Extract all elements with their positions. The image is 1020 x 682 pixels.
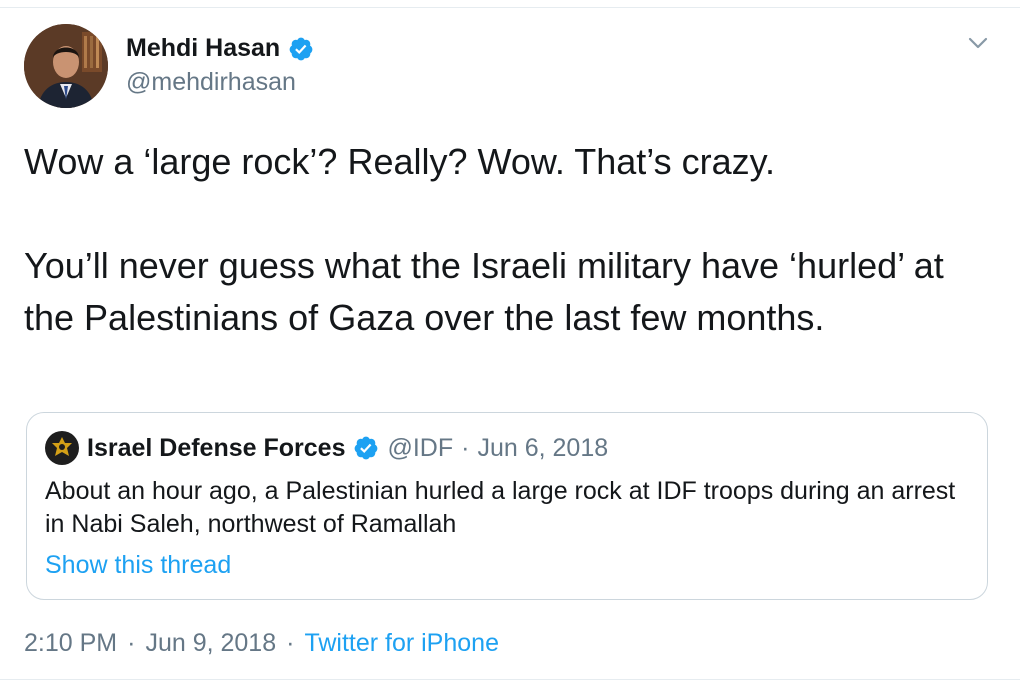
quoted-author-name[interactable]: Israel Defense Forces bbox=[87, 434, 345, 463]
author-handle[interactable]: @mehdirhasan bbox=[126, 68, 296, 97]
verified-badge-icon bbox=[288, 36, 314, 62]
separator-dot: · bbox=[286, 629, 295, 657]
quoted-author-handle[interactable]: @IDF bbox=[387, 434, 453, 463]
tweet-date[interactable]: Jun 9, 2018 bbox=[145, 629, 276, 658]
tweet-paragraph: You’ll never guess what the Israeli mili… bbox=[24, 245, 944, 338]
quoted-tweet-card[interactable]: Israel Defense Forces @IDF · Jun 6, 2018… bbox=[26, 412, 988, 600]
quoted-tweet-date[interactable]: Jun 6, 2018 bbox=[477, 434, 608, 463]
show-thread-link[interactable]: Show this thread bbox=[45, 551, 231, 580]
top-divider bbox=[0, 7, 1020, 8]
quoted-tweet-header: Israel Defense Forces @IDF · Jun 6, 2018 bbox=[45, 431, 608, 465]
quoted-tweet-text: About an hour ago, a Palestinian hurled … bbox=[45, 477, 956, 538]
idf-emblem-icon bbox=[45, 431, 79, 465]
tweet-menu-button[interactable] bbox=[963, 32, 993, 58]
separator-dot: · bbox=[461, 433, 470, 462]
tweet-time[interactable]: 2:10 PM bbox=[24, 629, 117, 658]
chevron-down-icon bbox=[968, 36, 988, 54]
tweet-paragraph: Wow a ‘large rock’? Really? Wow. That’s … bbox=[24, 141, 775, 182]
verified-badge-icon bbox=[353, 435, 379, 461]
author-name[interactable]: Mehdi Hasan bbox=[126, 34, 280, 63]
avatar[interactable] bbox=[24, 24, 108, 108]
tweet-source-link[interactable]: Twitter for iPhone bbox=[304, 629, 499, 658]
separator-dot: · bbox=[127, 629, 136, 657]
tweet-text: Wow a ‘large rock’? Really? Wow. That’s … bbox=[24, 136, 984, 344]
tweet-meta: 2:10 PM · Jun 9, 2018 · Twitter for iPho… bbox=[24, 629, 499, 658]
bottom-divider bbox=[0, 679, 1020, 680]
author-name-row[interactable]: Mehdi Hasan bbox=[126, 34, 314, 63]
